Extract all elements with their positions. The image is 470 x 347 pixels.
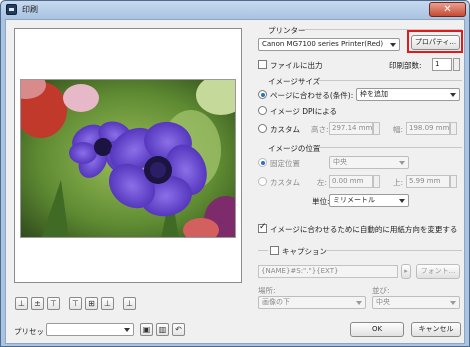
- fit-option-select[interactable]: 枠を追加: [356, 88, 460, 101]
- title-bar: 印刷 ✕: [1, 1, 469, 19]
- unit-value: ミリメートル: [333, 196, 375, 204]
- font-button[interactable]: フォント...: [416, 264, 460, 279]
- print-to-file-label: ファイルに出力: [270, 61, 323, 70]
- height-input[interactable]: 297.14 mm: [329, 122, 373, 135]
- reset-preset-icon[interactable]: ↶: [172, 323, 185, 336]
- left-label: 左:: [317, 178, 328, 187]
- top-label: 上:: [393, 178, 404, 187]
- chevron-down-icon: [399, 199, 405, 203]
- auto-orient-checkbox[interactable]: [258, 222, 267, 233]
- dpi-radio[interactable]: [258, 106, 267, 115]
- divider: [318, 80, 462, 81]
- print-preview: [14, 28, 242, 283]
- fit-page-icon[interactable]: ⊥: [123, 297, 136, 310]
- custom-position-radio[interactable]: [258, 177, 267, 186]
- print-to-file-checkbox[interactable]: [258, 60, 267, 69]
- image-size-group-label: イメージサイズ: [268, 77, 321, 86]
- save-preset-icon[interactable]: ▣: [140, 323, 153, 336]
- preview-image: [20, 79, 236, 238]
- left-stepper[interactable]: [373, 175, 380, 188]
- chevron-down-icon: [450, 301, 456, 305]
- align-center-horizontal-icon[interactable]: ⊞: [85, 297, 98, 310]
- printer-select[interactable]: Canon MG7100 series Printer(Red): [258, 38, 400, 51]
- fixed-position-select[interactable]: 中央: [329, 156, 409, 169]
- placement-value: 画像の下: [262, 298, 290, 306]
- chevron-down-icon: [399, 161, 405, 165]
- caption-insert-button[interactable]: ▸: [401, 264, 411, 279]
- fixed-position-label: 固定位置: [270, 159, 300, 168]
- align-top-icon[interactable]: ⊤: [47, 297, 60, 310]
- height-label: 高さ:: [311, 125, 329, 134]
- caption-group-label: キャプション: [282, 247, 327, 256]
- align-value: 中央: [376, 298, 390, 306]
- divider: [314, 147, 462, 148]
- printer-select-value: Canon MG7100 series Printer(Red): [262, 40, 384, 48]
- print-dialog-window: 印刷 ✕ ⊥ ± ⊤ ⊤ ⊞ ⊥ ⊥ プリンター Canon MG7100 se…: [0, 0, 470, 347]
- custom-size-radio[interactable]: [258, 124, 267, 133]
- align-label: 並び:: [372, 286, 390, 295]
- copies-input[interactable]: 1: [432, 58, 452, 71]
- custom-size-label: カスタム: [270, 125, 300, 134]
- align-bottom-left-icon[interactable]: ⊥: [15, 297, 28, 310]
- fixed-position-value: 中央: [333, 158, 347, 166]
- top-input[interactable]: 5.99 mm: [406, 175, 450, 188]
- fit-page-label: ページに合わせる(条件):: [270, 91, 354, 100]
- close-button[interactable]: ✕: [429, 2, 466, 17]
- height-stepper[interactable]: [373, 122, 380, 135]
- align-select[interactable]: 中央: [372, 296, 460, 309]
- app-icon: [6, 4, 17, 15]
- image-position-group-label: イメージの位置: [268, 144, 321, 153]
- width-input[interactable]: 198.09 mm: [406, 122, 450, 135]
- fit-option-value: 枠を追加: [360, 90, 388, 98]
- divider: [326, 250, 462, 251]
- custom-position-label: カスタム: [270, 178, 300, 187]
- ok-button[interactable]: OK: [350, 322, 404, 337]
- caption-checkbox[interactable]: [270, 246, 279, 255]
- chevron-down-icon: [124, 328, 130, 332]
- dpi-label: イメージ DPIによる: [270, 107, 338, 116]
- window-title: 印刷: [22, 5, 38, 14]
- delete-preset-icon[interactable]: ▥: [156, 323, 169, 336]
- width-label: 幅:: [393, 125, 404, 134]
- width-stepper[interactable]: [450, 122, 457, 135]
- copies-label: 印刷部数:: [389, 61, 422, 70]
- align-center-vertical-icon[interactable]: ±: [31, 297, 44, 310]
- chevron-down-icon: [356, 301, 362, 305]
- dialog-body: ⊥ ± ⊤ ⊤ ⊞ ⊥ ⊥ プリンター Canon MG7100 series …: [5, 19, 465, 344]
- auto-orient-label: イメージに合わせるために自動的に用紙方向を変更する: [270, 225, 458, 234]
- unit-select[interactable]: ミリメートル: [329, 194, 409, 207]
- align-right-icon[interactable]: ⊥: [101, 297, 114, 310]
- placement-label: 場所:: [258, 286, 276, 295]
- printer-group-label: プリンター: [268, 26, 306, 35]
- divider: [258, 250, 268, 251]
- highlight-box: [407, 30, 463, 53]
- placement-select[interactable]: 画像の下: [258, 296, 366, 309]
- chevron-down-icon: [390, 43, 396, 47]
- chevron-down-icon: [450, 93, 456, 97]
- preset-select[interactable]: [46, 323, 134, 336]
- fit-page-radio[interactable]: [258, 90, 267, 99]
- align-left-icon[interactable]: ⊤: [69, 297, 82, 310]
- top-stepper[interactable]: [450, 175, 457, 188]
- unit-label: 単位:: [312, 197, 330, 206]
- cancel-button[interactable]: キャンセル: [411, 322, 461, 337]
- caption-text-input[interactable]: {NAME}#S:"."}{EXT}: [258, 265, 398, 278]
- fixed-position-radio[interactable]: [258, 158, 267, 167]
- copies-stepper[interactable]: [453, 58, 460, 71]
- left-input[interactable]: 0.00 mm: [329, 175, 373, 188]
